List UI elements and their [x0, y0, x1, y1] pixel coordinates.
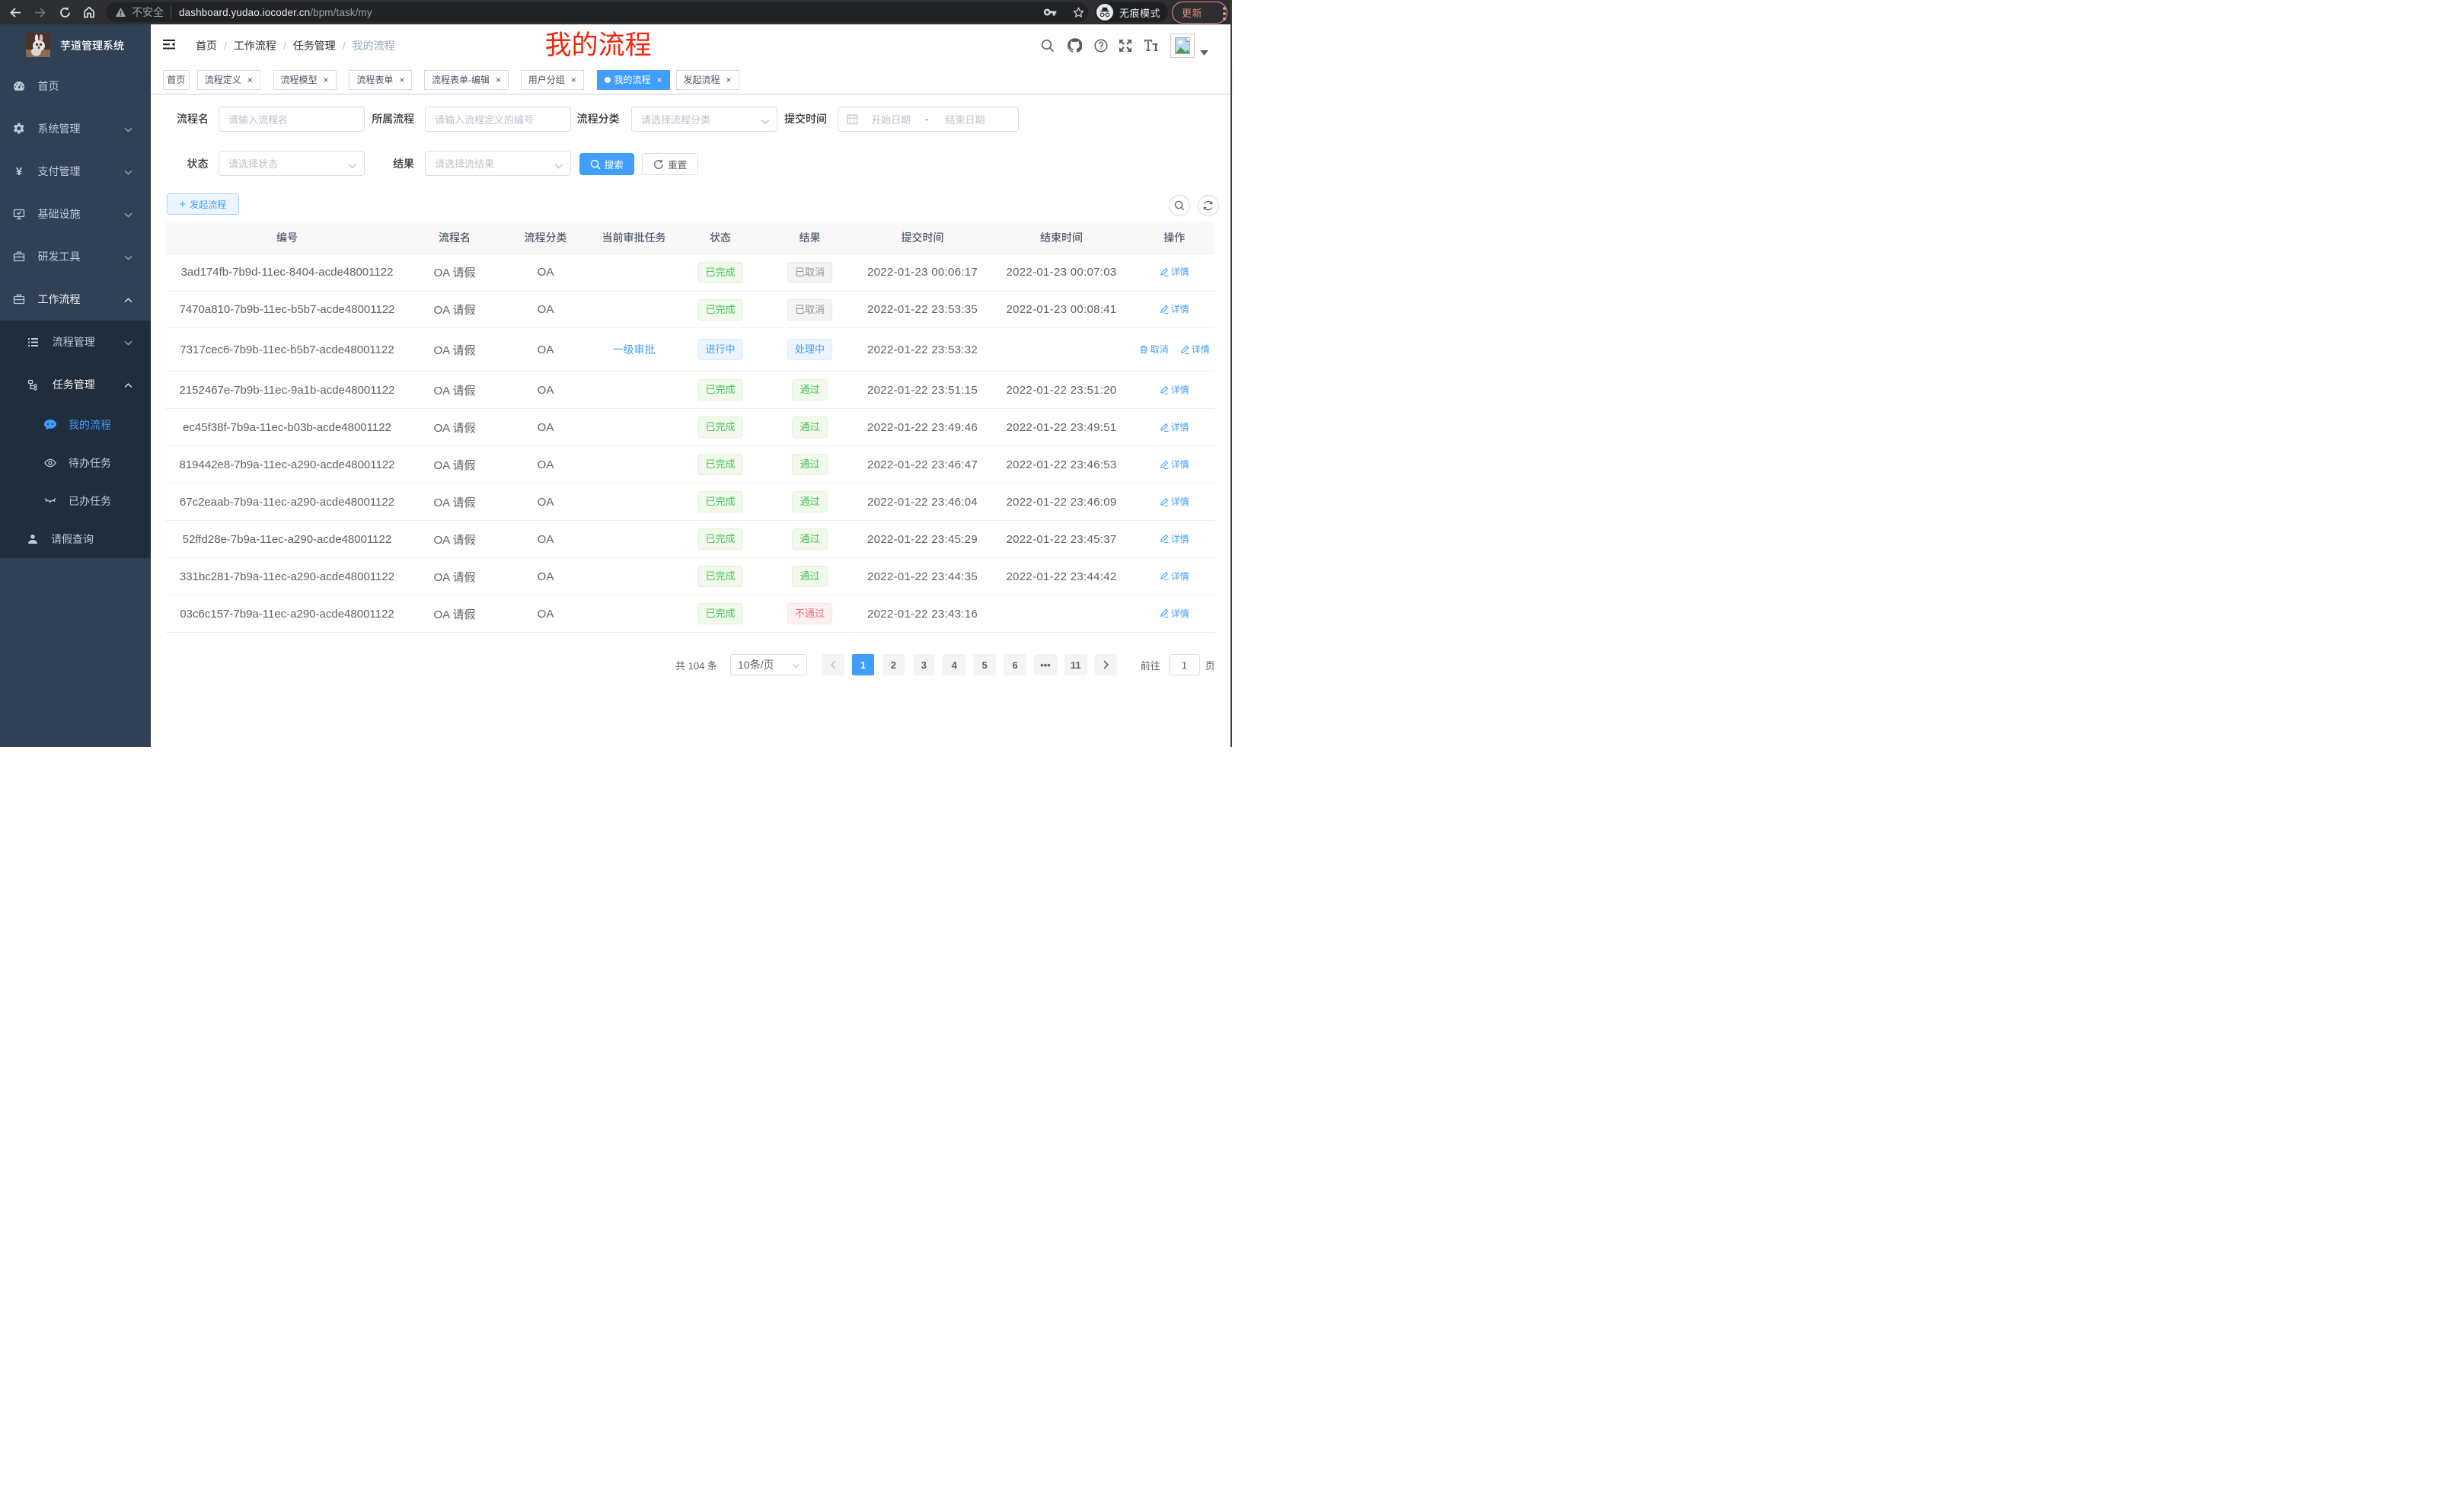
svg-text:¥: ¥ [16, 165, 23, 177]
